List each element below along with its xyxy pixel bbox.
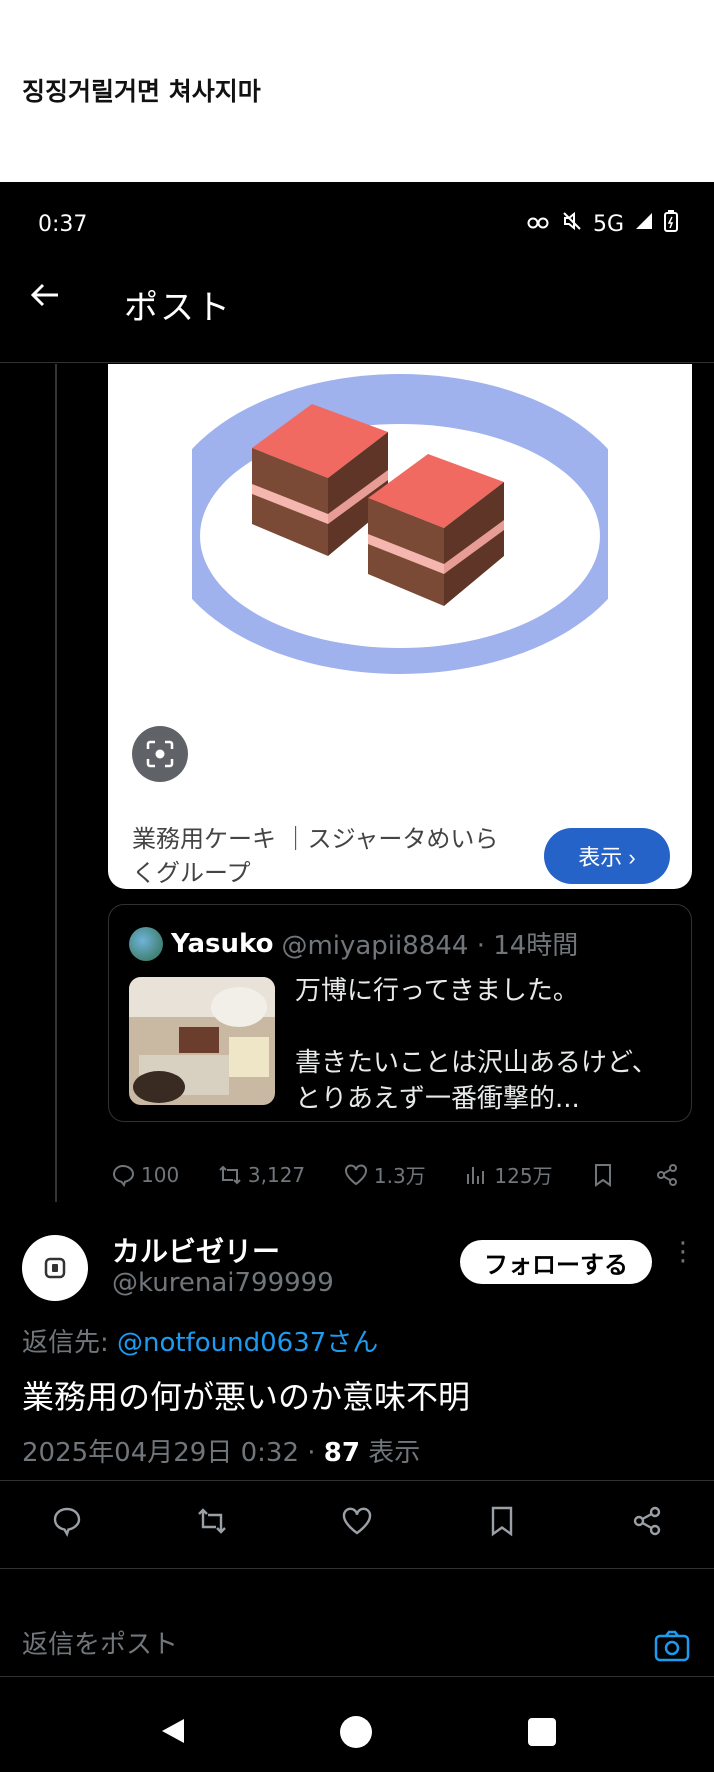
quote-tweet[interactable]: Yasuko @miyapii8844 · 14時間 万博に行ってきました。 書…: [108, 904, 692, 1122]
bookmark-icon[interactable]: [485, 1504, 519, 1538]
link-card[interactable]: 業務用ケーキ ｜スジャータめいらくグループ 表示 ›: [108, 364, 692, 889]
meta-divider: [0, 1480, 714, 1481]
view-button[interactable]: 表示 ›: [544, 828, 670, 884]
share-icon: [656, 1163, 677, 1186]
reply-action[interactable]: 100: [110, 1162, 179, 1188]
mute-icon: [561, 210, 583, 238]
app-bar: ポスト: [0, 268, 714, 338]
repost-count: 3,127: [247, 1162, 306, 1187]
card-title: 業務用ケーキ ｜スジャータめいらくグループ: [132, 825, 499, 887]
quote-text: 万博に行ってきました。 書きたいことは沢山あるけど、とりあえず一番衝撃的...: [295, 973, 675, 1117]
appbar-divider: [0, 362, 714, 363]
nav-back-icon[interactable]: [158, 1716, 188, 1746]
quote-handle-time: @miyapii8844 · 14時間: [281, 931, 579, 961]
reply-count: 100: [141, 1162, 180, 1187]
post-meta: 2025年04月29日 0:32 · 87 表示: [22, 1432, 420, 1469]
quote-header: Yasuko @miyapii8844 · 14時間: [129, 925, 578, 962]
reply-icon[interactable]: [50, 1504, 84, 1538]
cake-image: [192, 366, 608, 680]
post-view-label: 表示: [359, 1438, 421, 1468]
actions-divider: [0, 1568, 714, 1569]
nav-home-icon[interactable]: [340, 1716, 372, 1748]
nav-recents-icon[interactable]: [528, 1718, 556, 1746]
reply-to-line: 返信先: @notfound0637さん: [22, 1322, 378, 1359]
avatar[interactable]: [22, 1235, 88, 1301]
bookmark-action[interactable]: [590, 1162, 616, 1188]
repost-icon[interactable]: [195, 1504, 229, 1538]
back-arrow-icon[interactable]: [28, 278, 68, 318]
views-count: 125万: [494, 1164, 553, 1188]
quote-text-line1: 万博に行ってきました。: [295, 976, 579, 1006]
share-icon[interactable]: [630, 1504, 664, 1538]
post-datetime: 2025年04月29日 0:32 ·: [22, 1438, 324, 1468]
like-count: 1.3万: [373, 1164, 426, 1188]
reply-divider: [0, 1676, 714, 1677]
post-view-count: 87: [323, 1438, 360, 1468]
follow-button[interactable]: フォローする: [460, 1240, 652, 1284]
reply-to-prefix: 返信先:: [22, 1328, 118, 1358]
repost-icon: [219, 1165, 241, 1184]
camera-icon[interactable]: [652, 1626, 692, 1666]
status-bar: 0:37 5G: [0, 182, 714, 244]
bookmark-icon: [595, 1163, 612, 1187]
post-action-bar: [50, 1504, 664, 1538]
signal-icon: [634, 211, 654, 237]
lens-search-icon[interactable]: [132, 726, 188, 782]
status-icons: 5G: [527, 210, 678, 238]
page-title: ポスト: [124, 288, 232, 328]
thread-line: [55, 364, 57, 1202]
quote-author-name: Yasuko: [171, 928, 274, 959]
repost-action[interactable]: 3,127: [217, 1162, 305, 1188]
network-label: 5G: [592, 211, 624, 237]
reply-bar: [0, 1600, 714, 1696]
vpn-key-icon: [527, 212, 551, 237]
phone-screen: 0:37 5G ポスト 業務用ケーキ ｜スジャータめいらくグループ 表示 › Y…: [0, 182, 714, 1772]
quote-text-line2: 書きたいことは沢山あるけど、とりあえず一番衝撃的...: [295, 1048, 658, 1114]
like-action[interactable]: 1.3万: [343, 1160, 426, 1189]
status-time: 0:37: [38, 212, 88, 237]
author-handle[interactable]: @kurenai799999: [112, 1268, 334, 1298]
author-name[interactable]: カルビゼリー: [112, 1230, 280, 1270]
quote-thumbnail: [129, 977, 275, 1105]
system-nav-bar: [0, 1696, 714, 1772]
reply-to-mention[interactable]: @notfound0637さん: [117, 1328, 378, 1358]
battery-icon: [664, 210, 678, 238]
heart-icon: [344, 1163, 367, 1185]
views-chart-icon: [467, 1166, 485, 1184]
reply-input[interactable]: [22, 1630, 582, 1660]
quote-avatar: [129, 926, 163, 961]
heart-icon[interactable]: [340, 1504, 374, 1538]
more-options-icon[interactable]: ⋮: [670, 1239, 696, 1265]
reply-icon: [112, 1164, 135, 1187]
caption-text: 징징거릴거면 쳐사지마: [22, 77, 261, 106]
share-action[interactable]: [654, 1162, 680, 1188]
views-action[interactable]: 125万: [463, 1160, 553, 1189]
post-text: 業務用の何が悪いのか意味不明: [22, 1378, 471, 1416]
parent-action-bar: 100 3,127 1.3万 125万: [110, 1160, 680, 1189]
